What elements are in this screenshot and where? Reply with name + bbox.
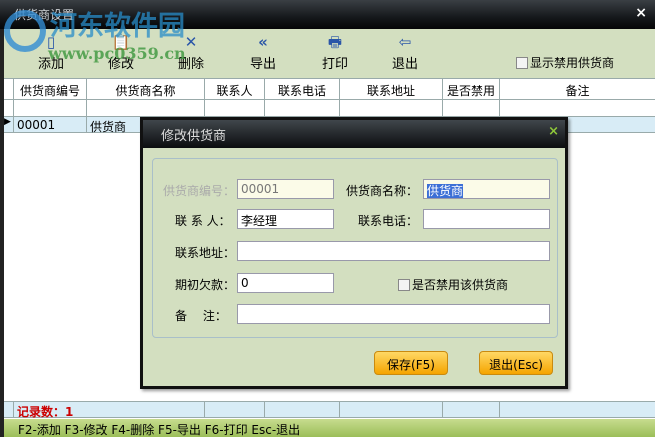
dialog-title: 修改供货商 (161, 129, 227, 144)
exit-icon: ⇦ (398, 33, 412, 51)
name-label: 供货商名称： (346, 184, 419, 198)
title-bar: 供货商设置 × (0, 0, 655, 29)
print-label: 打印 (321, 57, 348, 72)
name-field[interactable]: 供货商 (423, 179, 550, 199)
watermark-url: www.pc0359.cn (48, 44, 186, 63)
disable-supplier-checkbox[interactable]: 是否禁用该供货商 (398, 276, 508, 293)
print-button[interactable]: 🖶 打印 (310, 31, 360, 72)
exit-button[interactable]: ⇦ 退出 (380, 31, 430, 72)
table-header: 供货商编号 供货商名称 联系人 联系电话 联系地址 是否禁用 备注 (4, 78, 655, 100)
show-disabled-checkbox[interactable]: 显示禁用供货商 (516, 54, 614, 71)
note-field[interactable] (237, 304, 550, 324)
col-disabled[interactable]: 是否禁用 (443, 79, 500, 99)
footer-row: 记录数：1 (4, 401, 655, 419)
export-button[interactable]: « 导出 (238, 31, 288, 72)
record-count: 记录数：1 (14, 402, 205, 419)
disable-label: 是否禁用该供货商 (412, 278, 509, 292)
export-label: 导出 (249, 57, 276, 72)
row-indicator-header (4, 79, 14, 99)
dialog-exit-button[interactable]: 退出(Esc) (479, 351, 553, 375)
export-icon: « (258, 33, 268, 51)
col-id[interactable]: 供货商编号 (14, 79, 87, 99)
dialog-close-icon[interactable]: × (548, 124, 559, 139)
show-disabled-label: 显示禁用供货商 (530, 56, 615, 70)
col-name[interactable]: 供货商名称 (87, 79, 205, 99)
checkbox-box[interactable] (398, 278, 410, 291)
current-row-arrow-icon: ▶ (4, 117, 14, 132)
status-bar: F2-添加 F3-修改 F4-删除 F5-导出 F6-打印 Esc-退出 (0, 419, 655, 437)
debt-field[interactable]: 0 (237, 273, 334, 293)
address-label: 联系地址： (175, 246, 236, 260)
col-address[interactable]: 联系地址 (340, 79, 443, 99)
checkbox-box[interactable] (516, 56, 528, 69)
exit-label: 退出 (391, 57, 418, 72)
print-icon: 🖶 (327, 33, 343, 51)
cell-id[interactable]: 00001 (14, 117, 87, 132)
close-button[interactable]: × (635, 5, 647, 21)
address-field[interactable] (237, 241, 550, 261)
phone-field[interactable] (423, 209, 550, 229)
id-label: 供货商编号： (163, 184, 236, 198)
watermark-logo-icon (4, 10, 46, 52)
dialog-title-bar: 修改供货商 × (143, 120, 565, 148)
phone-label: 联系电话： (358, 214, 419, 228)
filter-row[interactable] (4, 100, 655, 117)
note-label: 备 注： (175, 309, 227, 323)
id-field: 00001 (237, 179, 334, 199)
col-phone[interactable]: 联系电话 (265, 79, 340, 99)
edit-supplier-dialog: 修改供货商 × 供货商编号： 00001 供货商名称： 供货商 联 系 人： 李… (140, 117, 568, 389)
col-note[interactable]: 备注 (500, 79, 655, 99)
save-button[interactable]: 保存(F5) (374, 351, 448, 375)
name-value: 供货商 (427, 184, 464, 198)
contact-label: 联 系 人： (175, 214, 231, 228)
debt-label: 期初欠款： (175, 278, 236, 292)
contact-field[interactable]: 李经理 (237, 209, 334, 229)
col-contact[interactable]: 联系人 (205, 79, 265, 99)
